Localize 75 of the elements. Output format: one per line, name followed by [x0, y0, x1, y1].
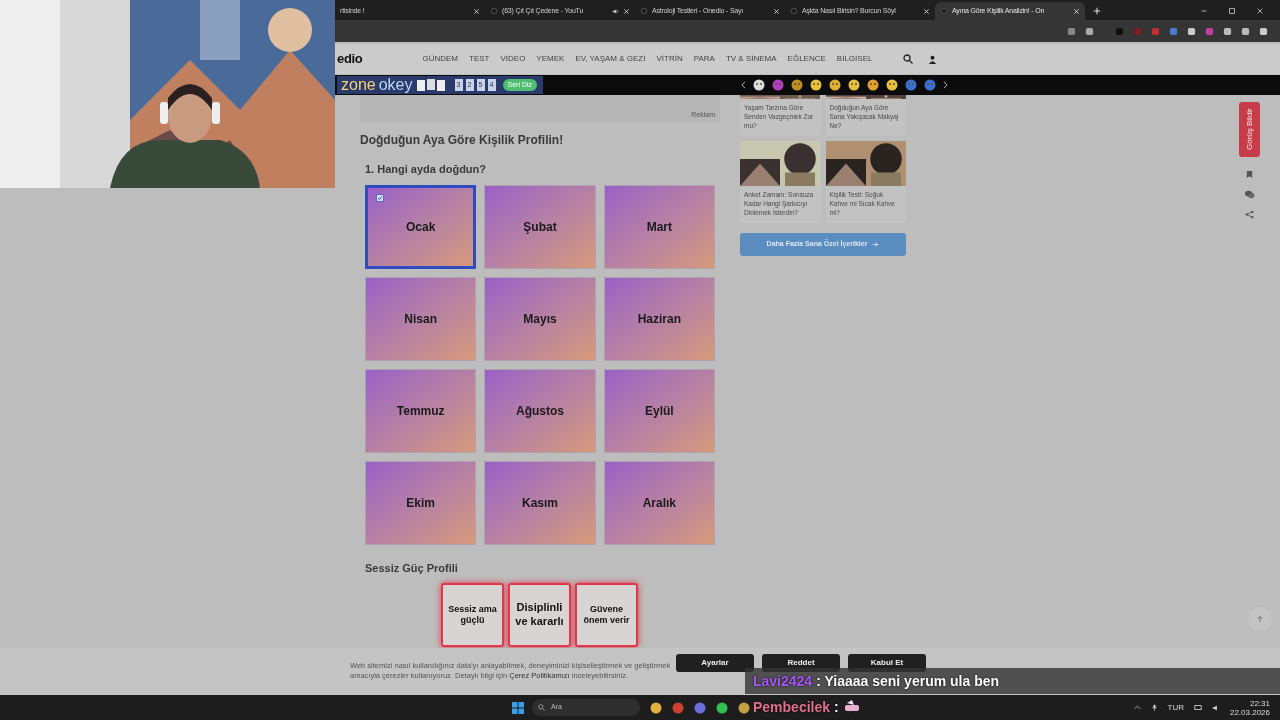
site-icon: [790, 7, 798, 15]
emoji-icon[interactable]: [867, 79, 879, 91]
nav-link[interactable]: TEST: [469, 53, 490, 65]
tiles-drawing: [415, 78, 446, 92]
close-icon[interactable]: [923, 7, 930, 15]
minimize-icon[interactable]: [1200, 7, 1208, 15]
feedback-button[interactable]: Görüş Bildir: [1239, 102, 1260, 157]
emoji-icon[interactable]: [886, 79, 898, 91]
emoji-icon[interactable]: [753, 79, 765, 91]
nav-link[interactable]: TV & SİNEMA: [725, 53, 777, 65]
maximize-icon[interactable]: [1228, 7, 1236, 15]
site-icon: [640, 7, 648, 15]
trait-card: Disiplinli ve kararlı: [508, 583, 571, 647]
nav-link[interactable]: YEMEK: [536, 53, 565, 65]
answer-option[interactable]: Ocak: [365, 184, 477, 269]
nav-link[interactable]: GÜNDEM: [422, 53, 458, 65]
answer-option[interactable]: Kasım: [484, 460, 596, 545]
windows-start-icon[interactable]: [512, 701, 524, 714]
comment-icon[interactable]: [1244, 190, 1255, 199]
ad-logo-text: okey: [378, 75, 413, 95]
site-logo[interactable]: edio: [337, 49, 363, 69]
emoji-icon[interactable]: [810, 79, 822, 91]
user-icon[interactable]: [928, 54, 938, 64]
nav-link[interactable]: EV, YAŞAM & GEZİ: [575, 53, 646, 65]
answer-option[interactable]: Ekim: [365, 460, 477, 545]
new-tab-icon[interactable]: [1093, 7, 1101, 15]
close-icon[interactable]: [1256, 7, 1264, 15]
monitor-icon[interactable]: [1193, 703, 1202, 712]
clock[interactable]: 22:31 22.03.2026: [1229, 698, 1270, 717]
answer-option[interactable]: Haziran: [603, 276, 715, 361]
chevron-right-icon[interactable]: [943, 81, 948, 89]
nav-link[interactable]: VİTRİN: [656, 53, 683, 65]
trait-card: Sessiz ama güçlü: [441, 583, 504, 647]
cookie-button[interactable]: Ayarlar: [676, 654, 754, 672]
nav-link[interactable]: EĞLENCE: [787, 53, 826, 65]
close-icon[interactable]: [623, 7, 630, 15]
answer-option[interactable]: Ağustos: [484, 368, 596, 453]
close-icon[interactable]: [1073, 7, 1080, 15]
nav-link[interactable]: VİDEO: [500, 53, 526, 65]
emoji-icon[interactable]: [829, 79, 841, 91]
answer-option[interactable]: Eylül: [603, 368, 715, 453]
chevron-up-icon[interactable]: [1133, 704, 1141, 711]
quiz-title: Doğduğun Aya Göre Kişilik Profilin!: [360, 132, 565, 149]
checkbox-icon: [376, 193, 384, 202]
bookmark-icon[interactable]: [1245, 170, 1254, 179]
emoji-icon[interactable]: [791, 79, 803, 91]
chevron-left-icon[interactable]: [741, 81, 746, 89]
answer-option[interactable]: Mayıs: [484, 276, 596, 361]
answer-option[interactable]: Aralık: [603, 460, 715, 545]
language-indicator[interactable]: TUR: [1167, 701, 1184, 714]
chat-message: Pembecilek :: [745, 694, 865, 720]
ad-logo-text: zone: [341, 75, 376, 95]
section-title: Sessiz Güç Profili: [365, 560, 459, 576]
site-icon: [490, 7, 498, 15]
answer-option[interactable]: Mart: [603, 184, 715, 269]
question-text: 1. Hangi ayda doğdun?: [365, 162, 487, 177]
close-icon[interactable]: [473, 7, 480, 15]
site-icon: [940, 7, 948, 15]
search-icon: [538, 704, 545, 711]
answer-option[interactable]: Şubat: [484, 184, 596, 269]
emoji-icon[interactable]: [848, 79, 860, 91]
nav-link[interactable]: PARA: [693, 53, 715, 65]
arrow-right-icon: [872, 241, 880, 248]
answer-option[interactable]: Nisan: [365, 276, 477, 361]
arrow-up-icon: [1256, 615, 1264, 623]
chat-message: Lavi2424 : Yiaaaa seni yerum ula ben: [745, 668, 1280, 694]
app-icon[interactable]: [738, 701, 750, 714]
search-icon[interactable]: [903, 54, 914, 64]
share-icon[interactable]: [1245, 210, 1254, 219]
trait-card: Güvene önem verir: [575, 583, 638, 647]
close-icon[interactable]: [773, 7, 780, 15]
answer-option[interactable]: Temmuz: [365, 368, 477, 453]
microphone-icon[interactable]: [1150, 704, 1158, 711]
speaker-icon[interactable]: [1211, 703, 1220, 712]
nav-link[interactable]: BİLGİSEL: [836, 53, 873, 65]
